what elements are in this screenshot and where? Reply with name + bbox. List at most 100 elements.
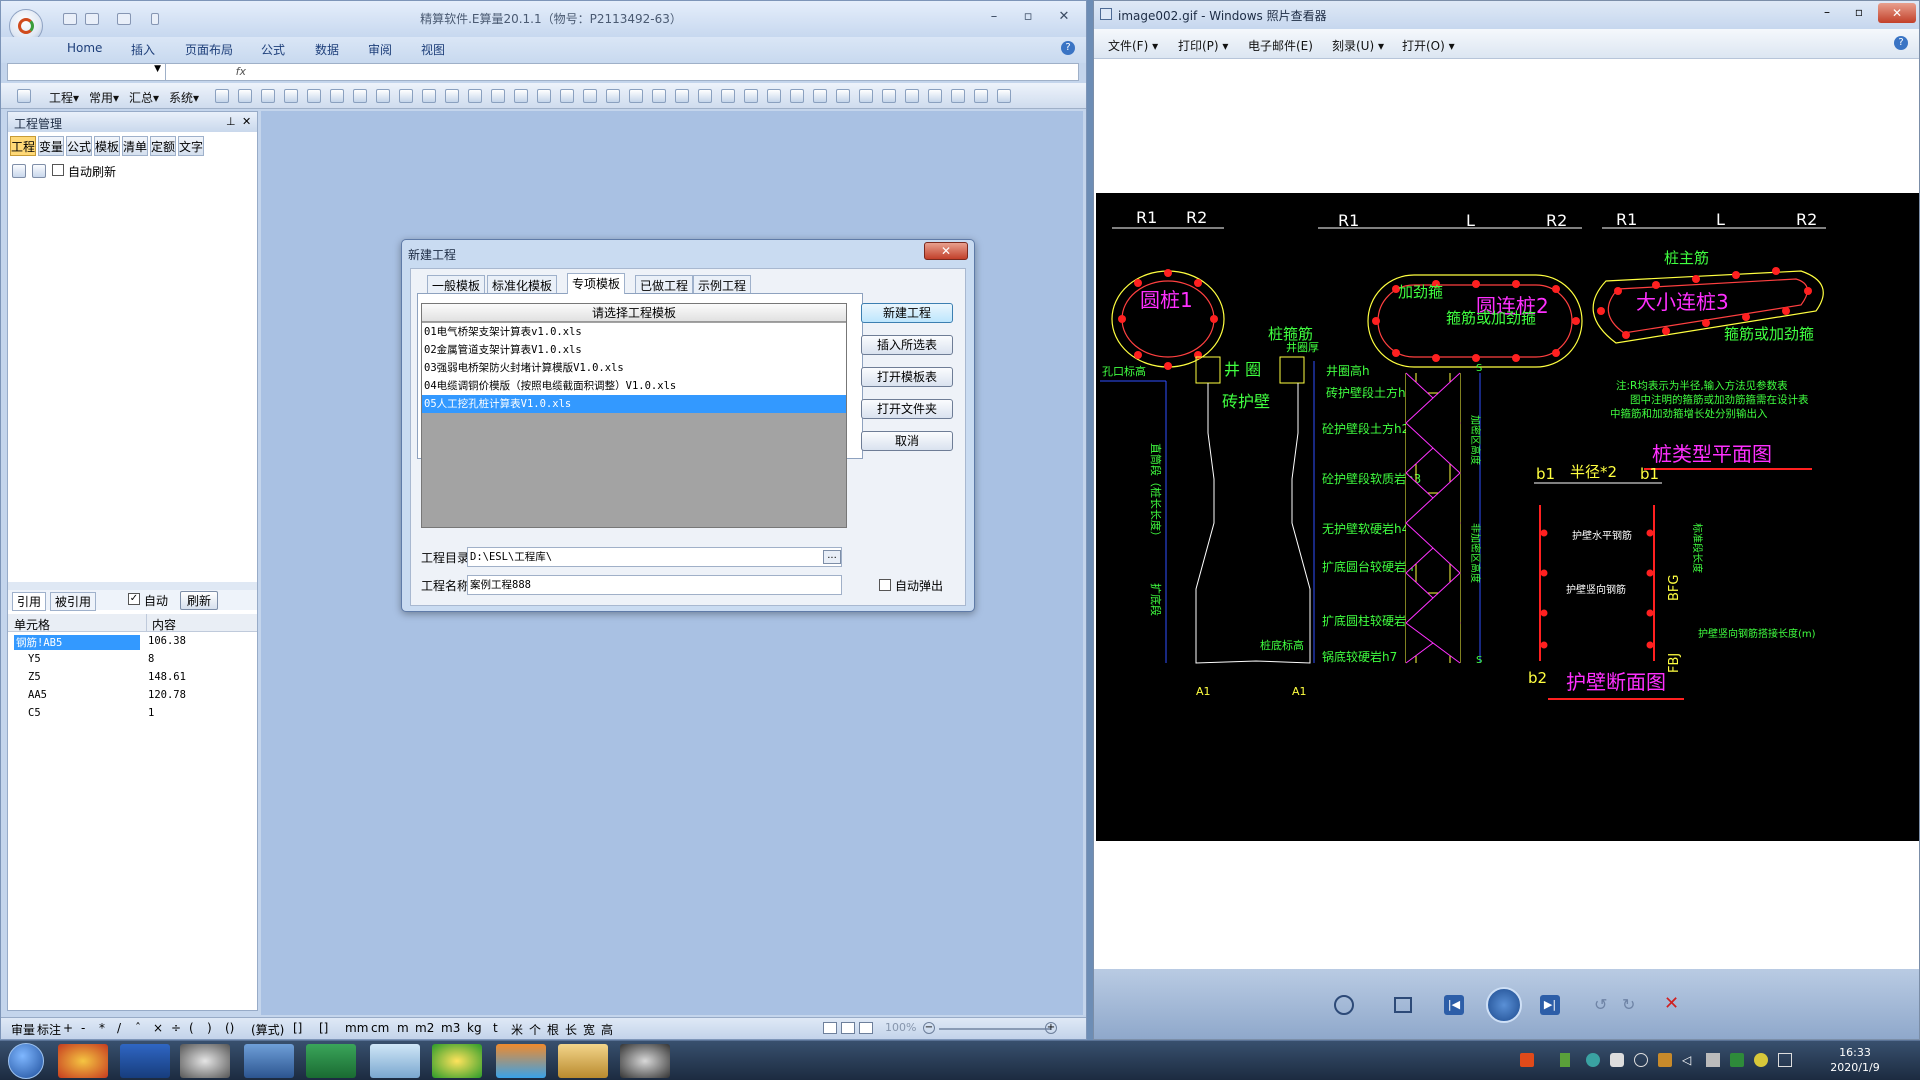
fit-icon[interactable] [1394,997,1412,1013]
paste-icon[interactable] [721,89,735,103]
highlight-icon[interactable] [836,89,850,103]
menu-view[interactable]: 视图 [421,41,445,58]
taskbar-app-3[interactable] [180,1044,230,1078]
status-item[interactable]: + [63,1021,73,1035]
status-item[interactable]: 高 [601,1021,613,1038]
tab-template[interactable]: 模板 [94,136,120,156]
save-icon[interactable] [261,89,275,103]
save-icon[interactable] [63,13,77,25]
viewer-menu-burn[interactable]: 刻录(U) ▾ [1332,37,1384,54]
table-row[interactable]: C5 1 [8,705,257,723]
view-layout-icon[interactable] [841,1022,855,1034]
merge-icon[interactable] [859,89,873,103]
maximize-button[interactable]: ▫ [1015,7,1041,27]
help-icon[interactable]: ? [1061,41,1075,55]
remove-icon[interactable] [583,89,597,103]
status-item[interactable]: m2 [415,1021,434,1035]
cut-icon[interactable] [744,89,758,103]
clear-icon[interactable] [928,89,942,103]
menu-review[interactable]: 审阅 [368,41,392,58]
preview-icon[interactable] [32,164,46,178]
tab-formula[interactable]: 公式 [66,136,92,156]
viewer-minimize-button[interactable]: – [1814,5,1840,19]
menu-page-layout[interactable]: 页面布局 [185,41,233,58]
qat-customize-icon[interactable] [151,13,159,25]
auto-checkbox[interactable]: ✓ [128,593,140,605]
status-item[interactable]: 标注 [37,1021,61,1038]
status-item[interactable]: m [397,1021,409,1035]
network-icon[interactable] [1706,1053,1720,1067]
save-all-icon[interactable] [284,89,298,103]
panel-close-icon[interactable]: ✕ [242,115,251,128]
delete-icon[interactable] [767,89,781,103]
tray-icon-1[interactable] [1560,1053,1570,1067]
status-item[interactable]: m3 [441,1021,460,1035]
tab-done-projects[interactable]: 已做工程 [635,275,694,293]
cancel-button[interactable]: 取消 [861,431,953,451]
pin-icon[interactable]: ⊥ [226,115,236,128]
auto-refresh-checkbox[interactable] [52,164,64,176]
status-item[interactable]: mm [345,1021,368,1035]
left-icon[interactable] [606,89,620,103]
status-item[interactable]: × [153,1021,163,1035]
viewer-menu-print[interactable]: 打印(P) ▾ [1178,37,1228,54]
toolbar-common[interactable]: 常用▾ [89,89,119,106]
formula-input[interactable] [248,64,1068,80]
status-item[interactable]: cm [371,1021,389,1035]
export-icon[interactable] [330,89,344,103]
template-list-item[interactable]: 02金属管道支架计算表V1.0.xls [422,341,846,359]
security-icon[interactable] [1730,1053,1744,1067]
status-item[interactable]: [] [319,1021,328,1035]
status-item[interactable]: 长 [565,1021,577,1038]
copy-icon[interactable] [698,89,712,103]
taskbar-word[interactable] [120,1044,170,1078]
open-template-button[interactable]: 打开模板表 [861,367,953,387]
excel-icon[interactable] [445,89,459,103]
status-item[interactable]: [] [293,1021,302,1035]
rotate-left-icon[interactable]: ↺ [1594,995,1607,1014]
next-icon[interactable]: ▶| [1540,995,1560,1015]
status-item[interactable]: ÷ [171,1021,181,1035]
status-item[interactable]: 米 [511,1021,523,1038]
viewer-menu-email[interactable]: 电子邮件(E) [1248,37,1313,54]
tab-reference[interactable]: 引用 [12,592,47,611]
status-item[interactable]: kg [467,1021,482,1035]
table-row[interactable]: Y5 8 [8,651,257,669]
template-list-item[interactable]: 05人工挖孔桩计算表V1.0.xls [422,395,846,413]
table-icon[interactable] [468,89,482,103]
down-icon[interactable] [675,89,689,103]
tab-referenced-by[interactable]: 被引用 [50,592,97,611]
taskbar-explorer[interactable] [558,1044,608,1078]
clock[interactable]: 16:33 2020/1/9 [1820,1045,1890,1075]
name-box[interactable]: ▼ [8,64,166,80]
view-page-icon[interactable] [859,1022,873,1034]
status-item[interactable]: * [99,1021,105,1035]
toolbar-summary[interactable]: 汇总▾ [129,89,159,106]
toolbar-project[interactable]: 工程▾ [49,89,79,106]
table-row[interactable]: 钢筋!AB5 106.38 [8,633,257,651]
view-normal-icon[interactable] [823,1022,837,1034]
status-item[interactable]: ˆ [135,1021,141,1035]
zoom-slider[interactable] [939,1028,1051,1030]
swap-icon[interactable] [905,89,919,103]
taskbar-app-1[interactable] [58,1044,108,1078]
zoom-icon[interactable] [1334,995,1354,1015]
viewer-menu-file[interactable]: 文件(F) ▾ [1108,37,1158,54]
preview-icon[interactable] [307,89,321,103]
template-list-item[interactable]: 03强弱电桥架防火封堵计算模版V1.0.xls [422,359,846,377]
project-name-input[interactable]: 案例工程888 [467,575,842,595]
f12-icon[interactable] [997,89,1011,103]
taskbar-app-7[interactable] [432,1044,482,1078]
tab-text[interactable]: 文字 [178,136,204,156]
template-list-item[interactable]: 04电缆调铜价模版（按照电缆截面积调整）V1.0.xls [422,377,846,395]
tray-icon-6[interactable] [1754,1053,1768,1067]
tab-standard-template[interactable]: 标准化模板 [487,275,558,293]
viewer-close-button[interactable]: ✕ [1878,3,1916,23]
window-icon[interactable] [17,89,31,103]
add-icon[interactable] [560,89,574,103]
font-icon[interactable] [537,89,551,103]
list-icon[interactable] [882,89,896,103]
tab-example-projects[interactable]: 示例工程 [693,275,752,293]
open-folder-button[interactable]: 打开文件夹 [861,399,953,419]
menu-home[interactable]: Home [67,41,102,55]
